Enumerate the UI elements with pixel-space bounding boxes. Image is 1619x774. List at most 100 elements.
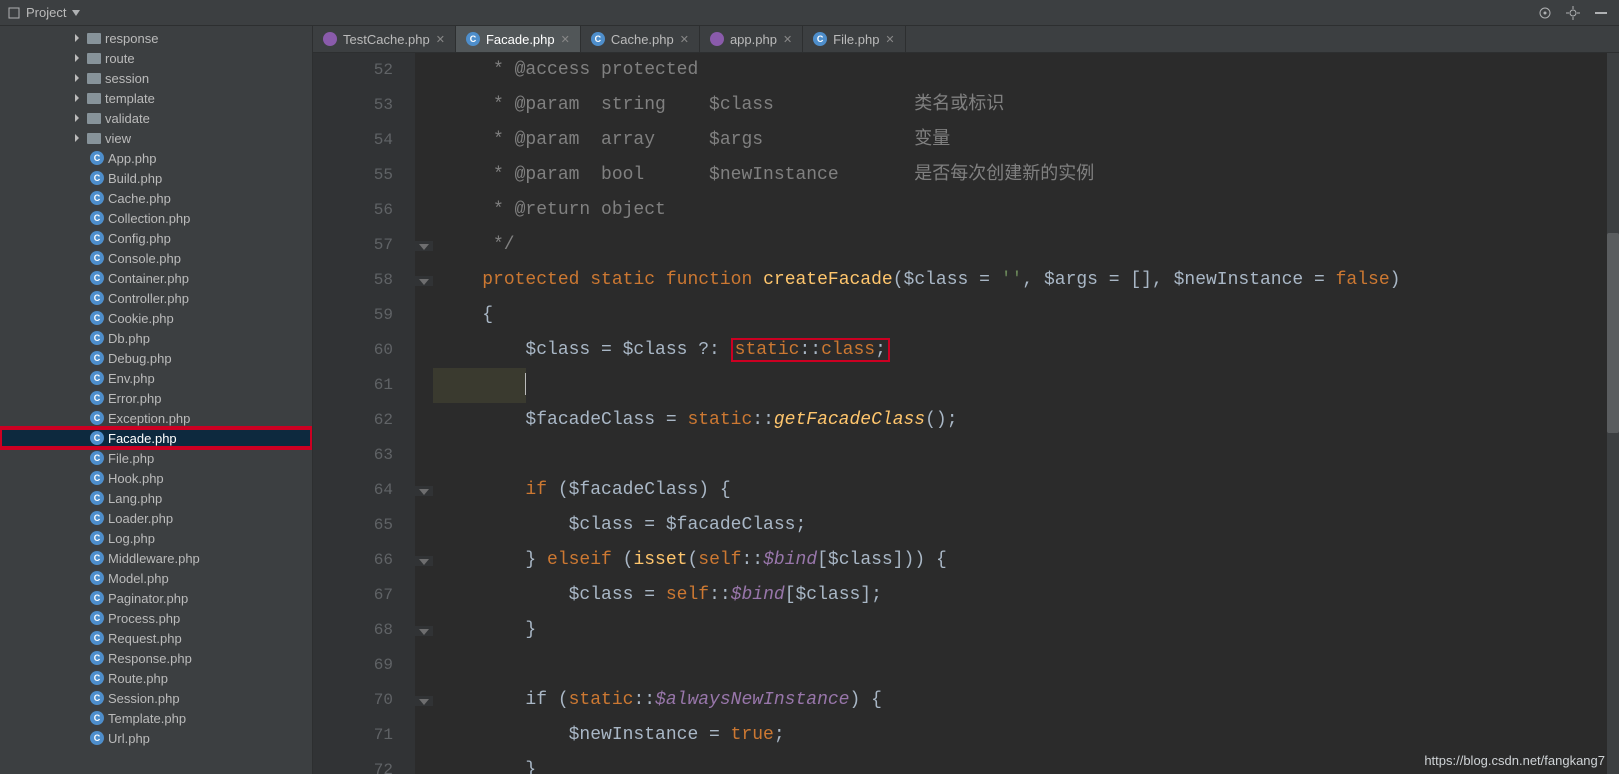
- file-Error.php[interactable]: CError.php: [0, 388, 312, 408]
- file-Collection.php[interactable]: CCollection.php: [0, 208, 312, 228]
- code-content: */: [433, 228, 515, 263]
- code-content: $class = $facadeClass;: [433, 508, 806, 543]
- vertical-scrollbar[interactable]: [1607, 53, 1619, 774]
- locate-icon[interactable]: [1535, 3, 1555, 23]
- file-label: Request.php: [108, 631, 182, 646]
- file-Template.php[interactable]: CTemplate.php: [0, 708, 312, 728]
- file-Process.php[interactable]: CProcess.php: [0, 608, 312, 628]
- file-Response.php[interactable]: CResponse.php: [0, 648, 312, 668]
- file-Middleware.php[interactable]: CMiddleware.php: [0, 548, 312, 568]
- folder-route[interactable]: route: [0, 48, 312, 68]
- gutter-marker: [415, 486, 433, 496]
- code-line-67[interactable]: 67 $class = self::$bind[$class];: [313, 578, 1619, 613]
- code-line-52[interactable]: 52 * @access protected: [313, 53, 1619, 88]
- fold-marker-icon[interactable]: [419, 486, 429, 496]
- scrollbar-thumb[interactable]: [1607, 233, 1619, 433]
- code-line-59[interactable]: 59 {: [313, 298, 1619, 333]
- code-line-71[interactable]: 71 $newInstance = true;: [313, 718, 1619, 753]
- fold-marker-icon[interactable]: [419, 241, 429, 251]
- code-line-62[interactable]: 62 $facadeClass = static::getFacadeClass…: [313, 403, 1619, 438]
- code-line-70[interactable]: 70 if (static::$alwaysNewInstance) {: [313, 683, 1619, 718]
- file-Loader.php[interactable]: CLoader.php: [0, 508, 312, 528]
- tab-Cache.php[interactable]: CCache.php✕: [581, 26, 700, 52]
- file-Env.php[interactable]: CEnv.php: [0, 368, 312, 388]
- file-Build.php[interactable]: CBuild.php: [0, 168, 312, 188]
- line-number: 52: [313, 53, 415, 88]
- expand-arrow-icon[interactable]: [75, 114, 79, 122]
- tab-app.php[interactable]: app.php✕: [700, 26, 803, 52]
- close-icon[interactable]: ✕: [680, 33, 689, 46]
- fold-marker-icon[interactable]: [419, 696, 429, 706]
- tab-Facade.php[interactable]: CFacade.php✕: [456, 26, 581, 52]
- file-Controller.php[interactable]: CController.php: [0, 288, 312, 308]
- tab-file-icon: C: [813, 32, 827, 46]
- code-line-72[interactable]: 72 }: [313, 753, 1619, 774]
- file-Console.php[interactable]: CConsole.php: [0, 248, 312, 268]
- code-line-60[interactable]: 60 $class = $class ?: static::class;: [313, 333, 1619, 368]
- tab-TestCache.php[interactable]: TestCache.php✕: [313, 26, 456, 52]
- fold-marker-icon[interactable]: [419, 626, 429, 636]
- close-icon[interactable]: ✕: [561, 33, 570, 46]
- gear-icon[interactable]: [1563, 3, 1583, 23]
- file-Session.php[interactable]: CSession.php: [0, 688, 312, 708]
- expand-arrow-icon[interactable]: [75, 94, 79, 102]
- folder-icon: [87, 113, 101, 124]
- file-Url.php[interactable]: CUrl.php: [0, 728, 312, 748]
- file-Db.php[interactable]: CDb.php: [0, 328, 312, 348]
- code-line-57[interactable]: 57 */: [313, 228, 1619, 263]
- fold-marker-icon[interactable]: [419, 556, 429, 566]
- expand-arrow-icon[interactable]: [75, 74, 79, 82]
- tab-file-icon: C: [591, 32, 605, 46]
- close-icon[interactable]: ✕: [885, 33, 894, 46]
- file-Exception.php[interactable]: CException.php: [0, 408, 312, 428]
- code-line-54[interactable]: 54 * @param array $args 变量: [313, 123, 1619, 158]
- folder-template[interactable]: template: [0, 88, 312, 108]
- line-number: 64: [313, 473, 415, 508]
- code-line-58[interactable]: 58 protected static function createFacad…: [313, 263, 1619, 298]
- file-App.php[interactable]: CApp.php: [0, 148, 312, 168]
- file-Paginator.php[interactable]: CPaginator.php: [0, 588, 312, 608]
- code-line-63[interactable]: 63: [313, 438, 1619, 473]
- file-Facade.php[interactable]: CFacade.php: [0, 428, 312, 448]
- code-content: } elseif (isset(self::$bind[$class])) {: [433, 543, 947, 578]
- code-line-55[interactable]: 55 * @param bool $newInstance 是否每次创建新的实例: [313, 158, 1619, 193]
- code-line-65[interactable]: 65 $class = $facadeClass;: [313, 508, 1619, 543]
- file-Config.php[interactable]: CConfig.php: [0, 228, 312, 248]
- file-Hook.php[interactable]: CHook.php: [0, 468, 312, 488]
- expand-arrow-icon[interactable]: [75, 54, 79, 62]
- folder-session[interactable]: session: [0, 68, 312, 88]
- file-Cookie.php[interactable]: CCookie.php: [0, 308, 312, 328]
- file-File.php[interactable]: CFile.php: [0, 448, 312, 468]
- expand-arrow-icon[interactable]: [75, 34, 79, 42]
- code-line-56[interactable]: 56 * @return object: [313, 193, 1619, 228]
- minimize-icon[interactable]: [1591, 3, 1611, 23]
- code-line-69[interactable]: 69: [313, 648, 1619, 683]
- code-editor[interactable]: 52 * @access protected53 * @param string…: [313, 53, 1619, 774]
- file-Container.php[interactable]: CContainer.php: [0, 268, 312, 288]
- folder-view[interactable]: view: [0, 128, 312, 148]
- php-class-icon: C: [90, 531, 104, 545]
- fold-marker-icon[interactable]: [419, 276, 429, 286]
- file-Debug.php[interactable]: CDebug.php: [0, 348, 312, 368]
- file-Lang.php[interactable]: CLang.php: [0, 488, 312, 508]
- file-Log.php[interactable]: CLog.php: [0, 528, 312, 548]
- folder-validate[interactable]: validate: [0, 108, 312, 128]
- file-Model.php[interactable]: CModel.php: [0, 568, 312, 588]
- top-toolbar: Project: [0, 0, 1619, 26]
- file-Request.php[interactable]: CRequest.php: [0, 628, 312, 648]
- tab-File.php[interactable]: CFile.php✕: [803, 26, 905, 52]
- close-icon[interactable]: ✕: [436, 33, 445, 46]
- code-line-53[interactable]: 53 * @param string $class 类名或标识: [313, 88, 1619, 123]
- code-content: $class = self::$bind[$class];: [433, 578, 882, 613]
- code-line-64[interactable]: 64 if ($facadeClass) {: [313, 473, 1619, 508]
- code-line-61[interactable]: 61: [313, 368, 1619, 403]
- file-Route.php[interactable]: CRoute.php: [0, 668, 312, 688]
- code-line-66[interactable]: 66 } elseif (isset(self::$bind[$class]))…: [313, 543, 1619, 578]
- project-dropdown[interactable]: Project: [8, 5, 80, 20]
- line-number: 72: [313, 753, 415, 774]
- file-Cache.php[interactable]: CCache.php: [0, 188, 312, 208]
- close-icon[interactable]: ✕: [783, 33, 792, 46]
- expand-arrow-icon[interactable]: [75, 134, 79, 142]
- code-line-68[interactable]: 68 }: [313, 613, 1619, 648]
- folder-response[interactable]: response: [0, 28, 312, 48]
